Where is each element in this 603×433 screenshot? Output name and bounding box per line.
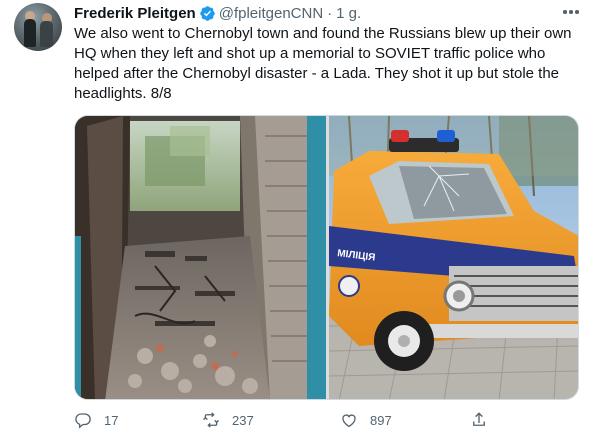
tweet-text: We also went to Chernobyl town and found… [74,24,586,104]
reply-button[interactable]: 17 [74,410,118,430]
tweet-text-line: headlights. 8/8 [74,85,172,102]
separator-dot: · [327,4,333,22]
like-count: 897 [370,412,392,428]
verified-badge-icon [199,5,215,21]
tweet[interactable]: Frederik Pleitgen @fpleitgenCNN · 1 g. W… [0,0,603,433]
retweet-icon [203,412,219,428]
tweet-header: Frederik Pleitgen @fpleitgenCNN · 1 g. [74,3,361,23]
reply-icon [75,413,91,429]
media-grid: МІЛІЦІЯ [74,115,579,400]
reply-count: 17 [104,412,119,428]
photo-police-lada[interactable]: МІЛІЦІЯ [329,116,578,399]
like-button[interactable]: 897 [340,410,392,430]
avatar[interactable] [14,3,62,51]
share-button[interactable] [470,410,488,430]
tweet-text-line: HQ when they left and shot up a memorial… [74,45,546,62]
retweet-button[interactable]: 237 [202,410,254,430]
photo-destroyed-building[interactable] [75,116,326,399]
tweet-text-line: We also went to Chernobyl town and found… [74,25,572,42]
more-options-button[interactable] [560,2,582,22]
author-name[interactable]: Frederik Pleitgen [74,5,196,22]
share-icon [473,412,485,426]
more-horizontal-icon [563,10,567,14]
tweet-actions: 17 237 897 [74,410,586,430]
tweet-text-line: helped after the Chernobyl disaster - a … [74,65,560,82]
timestamp[interactable]: 1 g. [336,5,361,22]
author-handle[interactable]: @fpleitgenCNN [219,5,323,22]
retweet-count: 237 [232,412,254,428]
heart-icon [342,414,356,428]
